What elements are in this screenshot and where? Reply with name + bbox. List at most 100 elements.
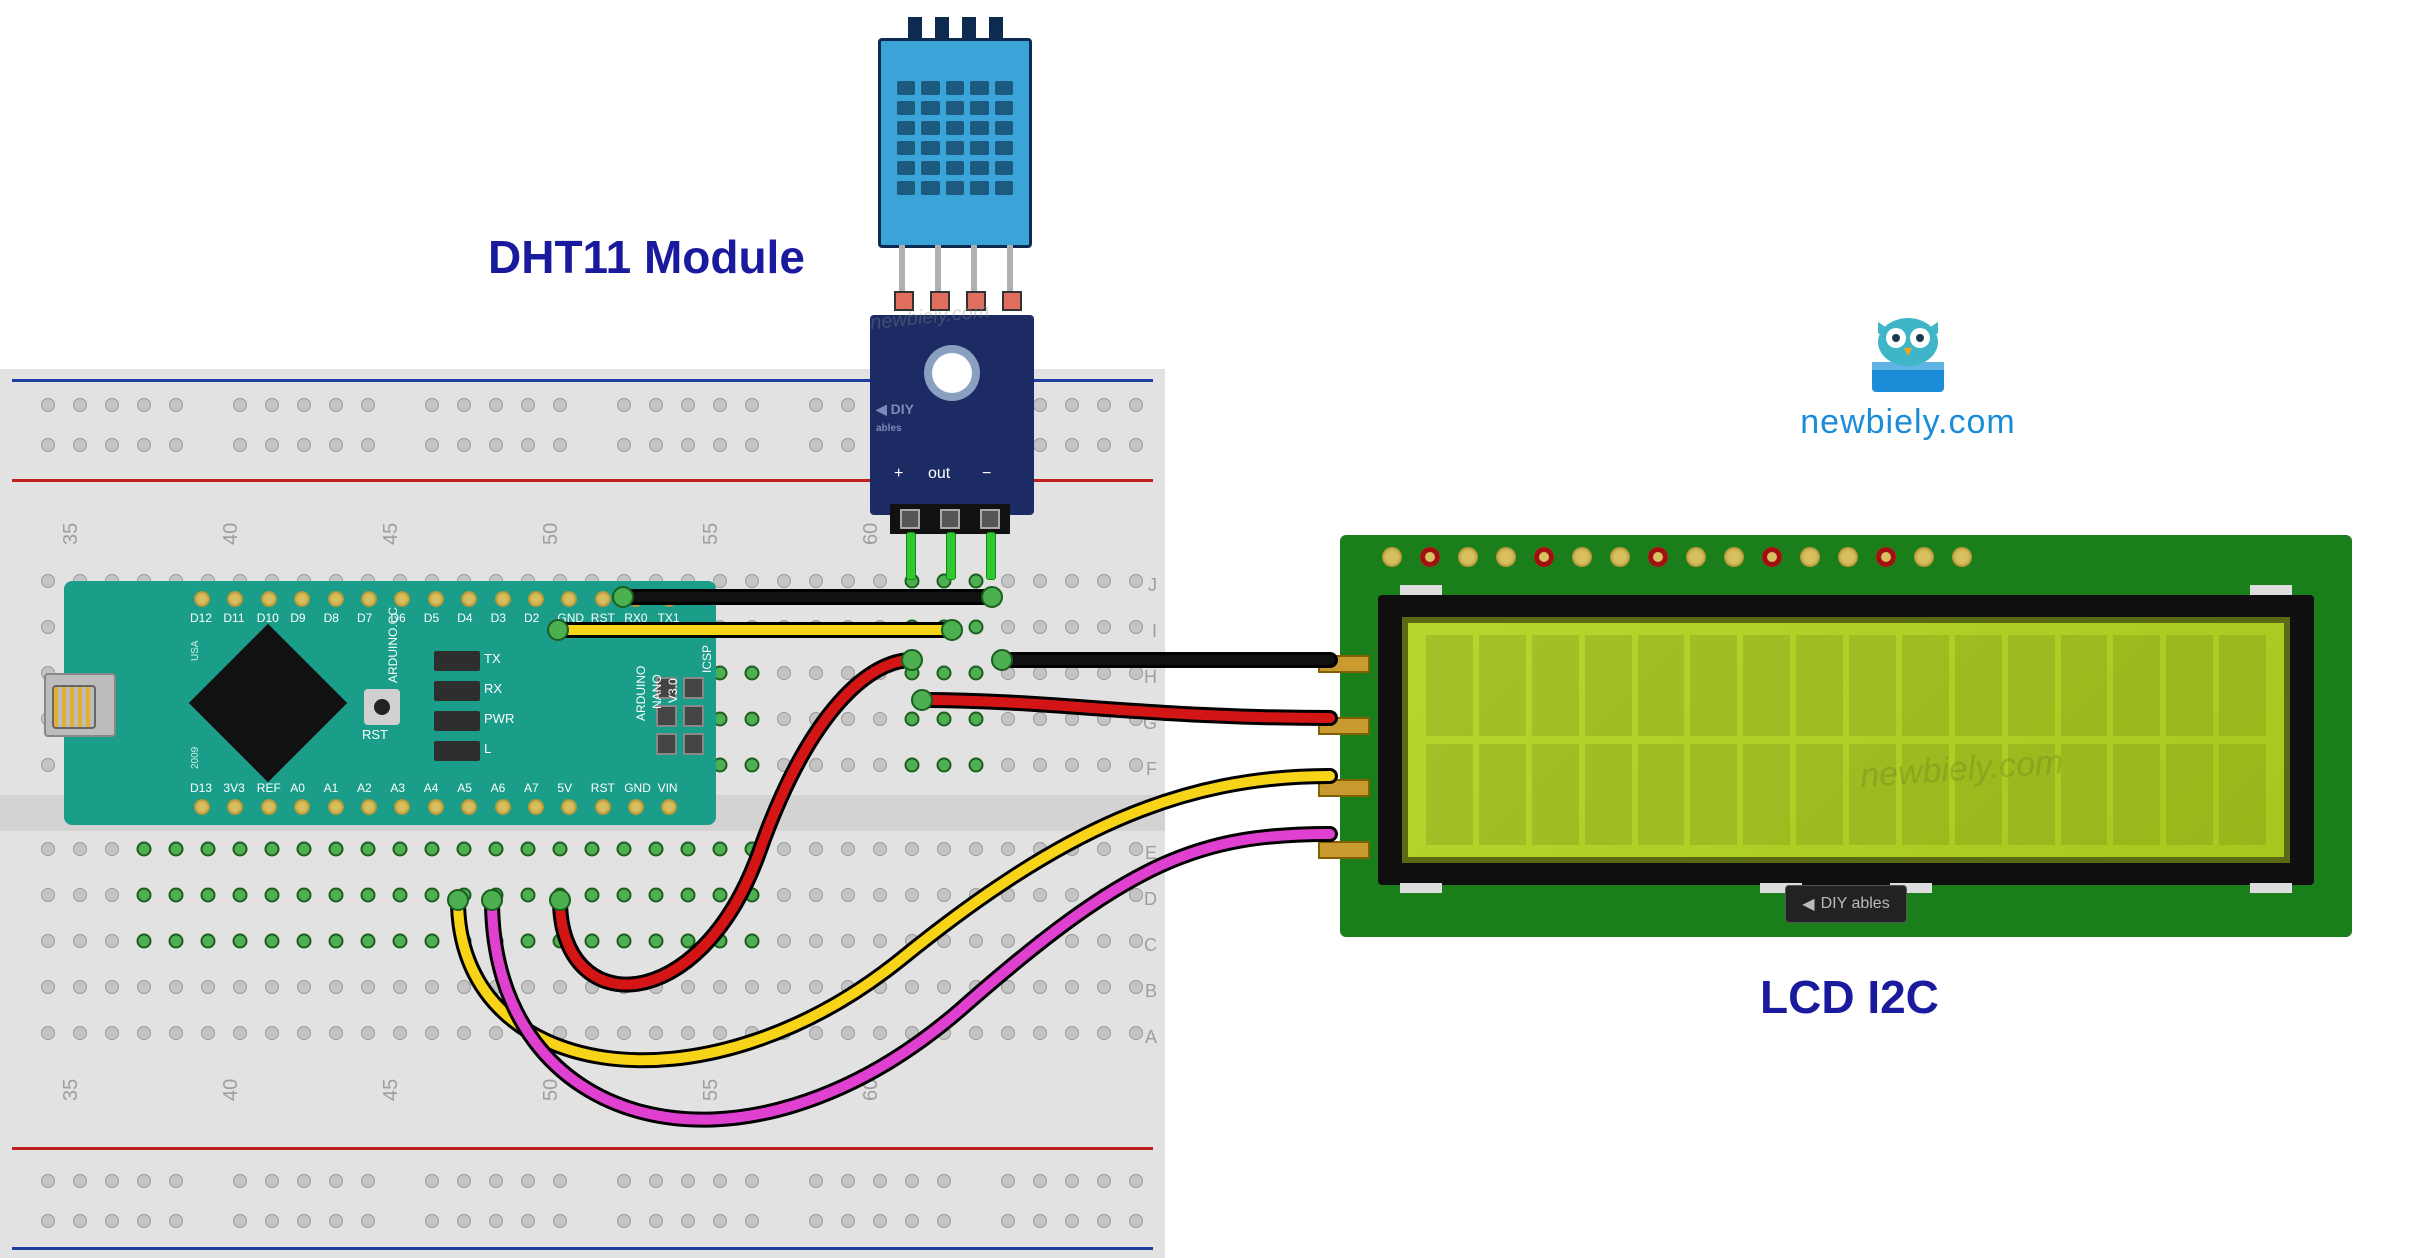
bb-row-H: H (1144, 667, 1157, 688)
dht11-callout: DHT11 Module (488, 230, 805, 284)
lcd-tab (1400, 883, 1442, 893)
led-lbl-tx: TX (484, 651, 501, 666)
nano-pinlabel-a5: A5 (457, 781, 472, 795)
lcd-cell (1849, 744, 1896, 845)
nano-pinlabel-ref: REF (257, 781, 281, 795)
nano-pinlabel-d9: D9 (290, 611, 305, 625)
bb-row-F: F (1146, 759, 1157, 780)
lcd-pad-5 (1572, 547, 1592, 567)
lcd-i2c-header (1318, 655, 1370, 859)
bb-row-I: I (1152, 621, 1157, 642)
nano-pinlabel-gnd: GND (624, 781, 651, 795)
lcd-cell (1426, 744, 1473, 845)
lcd-cell (1479, 635, 1526, 736)
lcd-pad-6 (1610, 547, 1630, 567)
nano-pin-a1 (328, 799, 344, 815)
nano-text-2009: 2009 (190, 747, 201, 769)
nano-pin-rst (595, 591, 611, 607)
led-rx (434, 681, 480, 701)
dht11-header (890, 504, 1010, 534)
bb-row-A: A (1145, 1027, 1157, 1048)
lcd-cell (2219, 635, 2266, 736)
lcd-pad-3 (1496, 547, 1516, 567)
lcd-pad-7 (1648, 547, 1668, 567)
bb-row-J: J (1148, 575, 1157, 596)
nano-pin-rst (595, 799, 611, 815)
nano-text-v30: V3.0 (666, 678, 680, 703)
nano-pinlabel-rst: RST (591, 611, 615, 625)
nano-pin-gnd (628, 799, 644, 815)
nano-pinlabel-rx0: RX0 (624, 611, 647, 625)
bb-col-45b: 45 (380, 1079, 403, 1101)
lcd-cell (2008, 635, 2055, 736)
lcd-cell (1955, 744, 2002, 845)
lcd-pad-10 (1762, 547, 1782, 567)
nano-pinlabel-tx1: TX1 (658, 611, 680, 625)
lcd-pad-2 (1458, 547, 1478, 567)
lcd-pin-gnd (1318, 655, 1370, 673)
nano-pinlabel-a6: A6 (491, 781, 506, 795)
lcd-pin-scl (1318, 841, 1370, 859)
bb-col-35b: 35 (60, 1079, 83, 1101)
bb-col-40b: 40 (220, 1079, 243, 1101)
nano-pin-a6 (495, 799, 511, 815)
nano-pin-d10 (261, 591, 277, 607)
lcd-cell (1743, 744, 1790, 845)
lcd-cell (1638, 744, 1685, 845)
nano-pin-a5 (461, 799, 477, 815)
nano-text-usa: USA (190, 640, 201, 661)
nano-pinlabel-a0: A0 (290, 781, 305, 795)
nano-text-icsp: ICSP (700, 645, 714, 673)
lcd-callout: LCD I2C (1760, 970, 1939, 1024)
lcd-cell (1479, 744, 1526, 845)
lcd-pad-13 (1876, 547, 1896, 567)
lcd-row-0 (1426, 635, 2266, 736)
lcd-cell (1902, 635, 1949, 736)
dht11-pcb: + out − ◀ DIYables (870, 315, 1034, 515)
owl-logo-icon (1848, 308, 1968, 398)
lcd-cell (1585, 635, 1632, 736)
lcd-cell (1585, 744, 1632, 845)
nano-pin-vin (661, 799, 677, 815)
nano-pinlabel-a3: A3 (390, 781, 405, 795)
nano-pin-a4 (428, 799, 444, 815)
nano-pinlabel-d10: D10 (257, 611, 279, 625)
lcd-pad-11 (1800, 547, 1820, 567)
lcd-cell (1743, 635, 1790, 736)
attribution-block: newbiely.com (1778, 308, 2038, 442)
nano-pinlabel-vin: VIN (658, 781, 678, 795)
nano-pin-d8 (328, 591, 344, 607)
attribution-link: newbiely.com (1778, 403, 2038, 442)
lcd-pad-0 (1382, 547, 1402, 567)
lcd-cell (1426, 635, 1473, 736)
lcd-cell (2061, 744, 2108, 845)
lcd-pad-12 (1838, 547, 1858, 567)
lcd-cell (1532, 744, 1579, 845)
nano-top-pins (194, 591, 677, 607)
lcd-brand-badge: ◀DIY ables (1785, 885, 1907, 923)
nano-pin-a7 (528, 799, 544, 815)
lcd-cell (2061, 635, 2108, 736)
lcd-solder-row (1382, 547, 1972, 567)
bb-col-50b: 50 (540, 1079, 563, 1101)
nano-pinlabel-a2: A2 (357, 781, 372, 795)
lcd-pin-sda (1318, 779, 1370, 797)
nano-pin-ref (261, 799, 277, 815)
bb-row-C: C (1144, 935, 1157, 956)
reset-button[interactable] (364, 689, 400, 725)
nano-pin-a0 (294, 799, 310, 815)
lcd-cell (2113, 635, 2160, 736)
nano-pin-3v3 (227, 799, 243, 815)
dht11-pin-plus: + (894, 465, 903, 483)
lcd-cell (1532, 635, 1579, 736)
nano-pin-d3 (495, 591, 511, 607)
lcd-cell (1690, 744, 1737, 845)
nano-pinlabel-d11: D11 (223, 611, 244, 625)
nano-bot-pins (194, 799, 677, 815)
lcd-cell (2008, 744, 2055, 845)
lcd-screen (1402, 617, 2290, 863)
nano-pinlabel-d5: D5 (424, 611, 439, 625)
lcd-pin-vcc (1318, 717, 1370, 735)
lcd-pad-15 (1952, 547, 1972, 567)
dht11-wire-minus (986, 532, 996, 580)
